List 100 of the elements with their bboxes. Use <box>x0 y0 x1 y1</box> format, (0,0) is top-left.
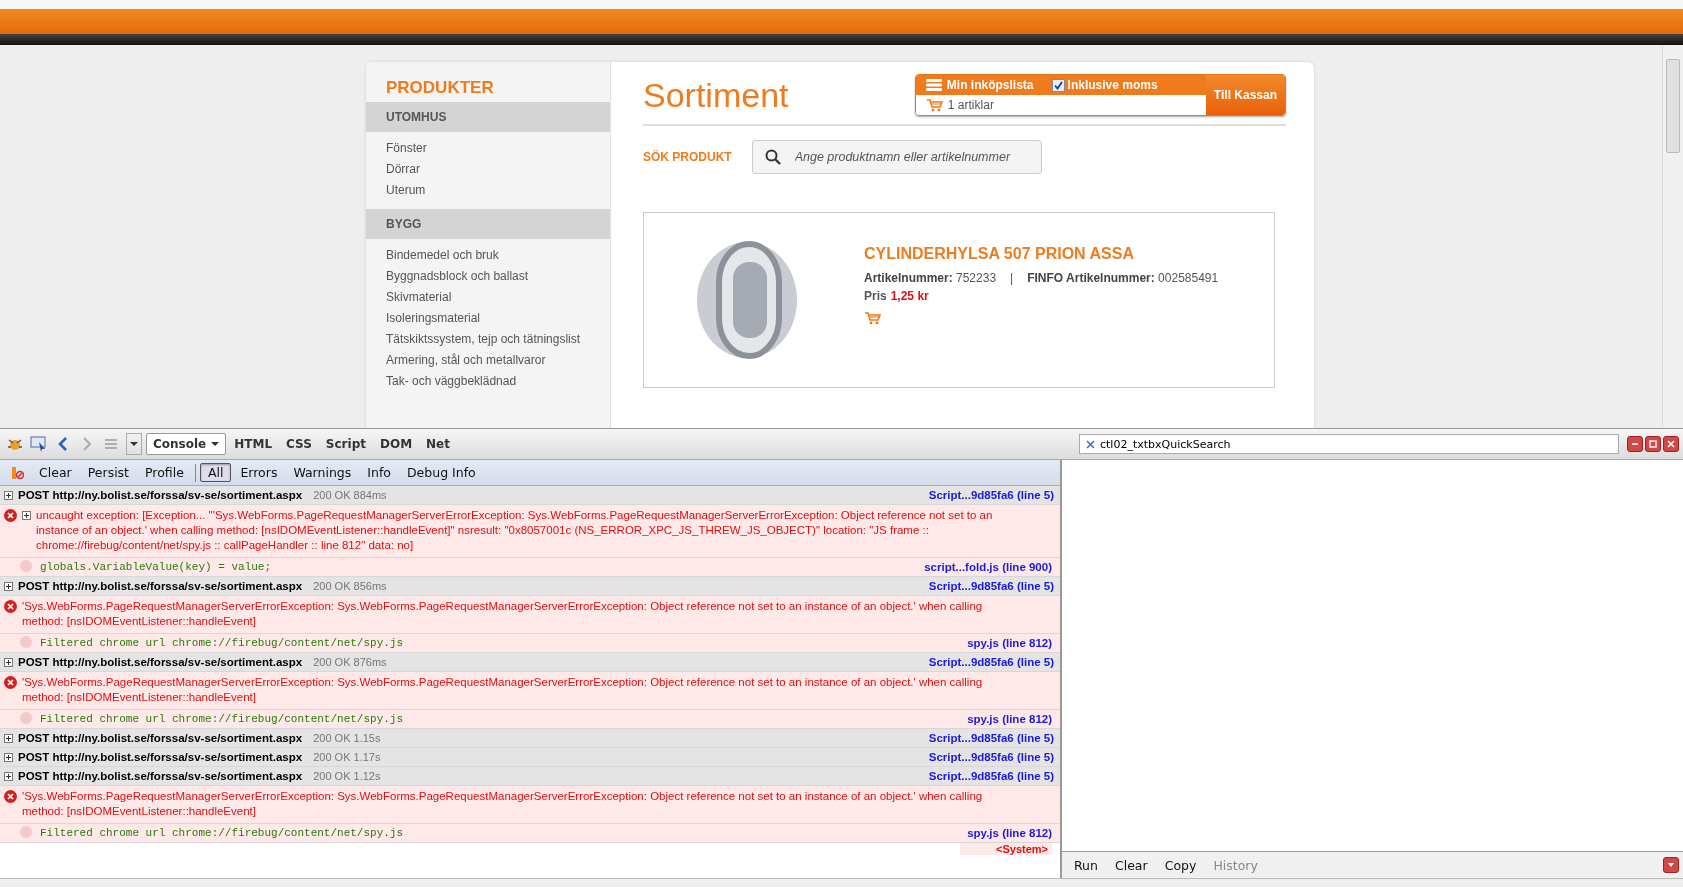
search-label: SÖK PRODUKT <box>643 150 732 164</box>
request-status: 200 OK 1.17s <box>313 750 381 765</box>
add-to-cart-icon[interactable] <box>864 311 881 325</box>
code-line: Filtered chrome url chrome://firebug/content/net/spy.js <box>40 712 404 727</box>
request-url: POST http://ny.bolist.se/forssa/sv-se/sortiment.aspx <box>18 488 303 503</box>
log-row[interactable]: POST http://ny.bolist.se/forssa/sv-se/sortiment.aspx 200 OK 856ms Script...9d85fa6 (line 5) <box>0 577 1060 596</box>
source-link[interactable]: Script...9d85fa6 (line 5) <box>928 488 1054 503</box>
price: 1,25 kr <box>890 289 929 303</box>
category-heading[interactable]: UTOMHUS <box>366 102 610 132</box>
command-action[interactable]: Copy <box>1160 857 1206 873</box>
collapse-icon[interactable] <box>1663 857 1679 873</box>
system-label: <System> <box>960 843 1052 855</box>
breakpoint-dot[interactable] <box>20 560 32 572</box>
close-icon[interactable] <box>1663 436 1679 452</box>
filter-option[interactable]: Info <box>360 464 398 481</box>
panel-tab[interactable]: CSS <box>280 434 318 454</box>
request-url: POST http://ny.bolist.se/forssa/sv-se/sortiment.aspx <box>18 769 303 784</box>
page-title: Sortiment <box>643 75 789 115</box>
breakpoint-dot[interactable] <box>20 636 32 648</box>
category-link[interactable]: Tätskiktssystem, tejp och tätningslist <box>386 329 581 350</box>
category-link[interactable]: Fönster <box>386 138 581 159</box>
source-link[interactable]: Script...9d85fa6 (line 5) <box>928 769 1054 784</box>
category-link[interactable]: Skivmaterial <box>386 287 581 308</box>
source-link[interactable]: script...fold.js (line 900) <box>924 560 1052 575</box>
log-row[interactable]: POST http://ny.bolist.se/forssa/sv-se/sortiment.aspx 200 OK 1.12s Script...9d85fa6 (line 5) <box>0 767 1060 786</box>
error-icon <box>4 790 17 803</box>
request-status: 200 OK 1.12s <box>313 769 381 784</box>
breakpoint-dot[interactable] <box>20 712 32 724</box>
request-url: POST http://ny.bolist.se/forssa/sv-se/sortiment.aspx <box>18 579 303 594</box>
category-link[interactable]: Isoleringsmaterial <box>386 308 581 329</box>
source-link[interactable]: Script...9d85fa6 (line 5) <box>928 655 1054 670</box>
code-line: globals.VariableValue(key) = value; <box>40 560 272 575</box>
dropdown-button[interactable] <box>126 433 142 455</box>
finfo-number: FINFO Artikelnummer: 002585491 <box>1027 271 1219 285</box>
source-link[interactable]: spy.js (line 812) <box>967 826 1052 841</box>
request-url: POST http://ny.bolist.se/forssa/sv-se/sortiment.aspx <box>18 731 303 746</box>
checkbox-label: Inklusive moms <box>1067 78 1158 92</box>
request-status: 200 OK 876ms <box>313 655 387 670</box>
vat-checkbox[interactable] <box>1051 78 1065 92</box>
list-icon <box>925 79 942 91</box>
cart-count: 1 artiklar <box>947 98 994 112</box>
panel-tab[interactable]: Console <box>146 433 227 455</box>
expand-icon[interactable] <box>4 658 13 667</box>
console-action[interactable]: Clear <box>32 464 79 481</box>
minimize-icon[interactable] <box>1627 436 1643 452</box>
breakpoint-dot[interactable] <box>20 826 32 838</box>
command-action[interactable]: Clear <box>1110 857 1157 873</box>
source-link[interactable]: Script...9d85fa6 (line 5) <box>928 731 1054 746</box>
error-icon <box>4 600 17 613</box>
filter-option[interactable]: Warnings <box>286 464 359 481</box>
category-heading[interactable]: BYGG <box>366 209 610 239</box>
expand-icon[interactable] <box>4 582 13 591</box>
filter-option[interactable]: All <box>199 463 232 482</box>
category-link[interactable]: Byggnadsblock och ballast <box>386 266 581 287</box>
error-message: 'Sys.WebForms.PageRequestManagerServerErrorException: Sys.WebForms.PageRequestManagerServerErrorException: Object reference not set to an instance of an object.' when calling method: [nsIDOMEventListener::handleEvent] <box>22 789 984 819</box>
error-icon <box>4 676 17 689</box>
search-box[interactable]: ctl02_txtbxQuickSearch <box>1079 434 1619 454</box>
search-box[interactable]: Ange produktnamn eller artikelnummer <box>751 140 1042 174</box>
panel-tab[interactable]: DOM <box>373 434 419 454</box>
expand-icon[interactable] <box>22 511 31 520</box>
request-status: 200 OK 1.15s <box>313 731 381 746</box>
console-action[interactable]: Persist <box>80 464 137 481</box>
panel-tab[interactable]: Net <box>420 434 456 454</box>
filter-option[interactable]: Errors <box>233 464 285 481</box>
panel-tab[interactable]: Script <box>319 434 372 454</box>
log-row[interactable]: POST http://ny.bolist.se/forssa/sv-se/sortiment.aspx 200 OK 1.15s Script...9d85fa6 (line 5) <box>0 729 1060 748</box>
scrollbar[interactable] <box>1662 45 1683 428</box>
request-url: POST http://ny.bolist.se/forssa/sv-se/sortiment.aspx <box>18 655 303 670</box>
panel-tab[interactable]: HTML <box>228 434 279 454</box>
filter-option[interactable]: Debug Info <box>399 464 483 481</box>
source-link[interactable]: spy.js (line 812) <box>967 636 1052 651</box>
expand-icon[interactable] <box>4 753 13 762</box>
source-link[interactable]: Script...9d85fa6 (line 5) <box>928 750 1054 765</box>
error-message: uncaught exception: [Exception... "'Sys.WebForms.PageRequestManagerServerErrorException: Sys.WebForms.PageRequestManagerServerErrorException: Object reference not set to an instance of an object.' when calling method: [nsIDOMEventListener::handleEvent]" nsresult: "0x8057001c (NS_ERROR_XPC_JS_THREW_JS_OBJECT)" location: "JS frame :: chrome://firebug/content/net/spy.js :: callPageHandler :: line 812" data: no] <box>36 508 994 553</box>
log-row[interactable]: POST http://ny.bolist.se/forssa/sv-se/sortiment.aspx 200 OK 876ms Script...9d85fa6 (line 5) <box>0 653 1060 672</box>
price-label: Pris <box>864 289 887 303</box>
command-action[interactable]: Run <box>1070 857 1107 873</box>
separator: | <box>1010 271 1014 285</box>
code-line: Filtered chrome url chrome://firebug/content/net/spy.js <box>40 826 404 841</box>
restore-icon[interactable] <box>1645 436 1661 452</box>
category-link[interactable]: Tak- och väggbeklädnad <box>386 371 581 392</box>
expand-icon[interactable] <box>4 491 13 500</box>
command-action: History <box>1212 857 1259 873</box>
source-link[interactable]: spy.js (line 812) <box>967 712 1052 727</box>
source-link[interactable]: Script...9d85fa6 (line 5) <box>928 579 1054 594</box>
expand-icon[interactable] <box>4 734 13 743</box>
category-link[interactable]: Dörrar <box>386 159 581 180</box>
search-input[interactable]: Ange produktnamn eller artikelnummer <box>792 149 1029 165</box>
request-status: 200 OK 856ms <box>313 579 387 594</box>
request-url: POST http://ny.bolist.se/forssa/sv-se/sortiment.aspx <box>18 750 303 765</box>
search-icon <box>764 149 781 165</box>
caret-icon <box>130 441 138 447</box>
log-row[interactable]: POST http://ny.bolist.se/forssa/sv-se/sortiment.aspx 200 OK 1.17s Script...9d85fa6 (line 5) <box>0 748 1060 767</box>
console-action[interactable]: Profile <box>138 464 191 481</box>
category-link[interactable]: Armering, stål och metallvaror <box>386 350 581 371</box>
code-line: Filtered chrome url chrome://firebug/content/net/spy.js <box>40 636 404 651</box>
category-link[interactable]: Bindemedel och bruk <box>386 245 581 266</box>
log-row[interactable]: POST http://ny.bolist.se/forssa/sv-se/sortiment.aspx 200 OK 884ms Script...9d85fa6 (line 5) <box>0 486 1060 505</box>
expand-icon[interactable] <box>4 772 13 781</box>
category-link[interactable]: Uterum <box>386 180 581 201</box>
